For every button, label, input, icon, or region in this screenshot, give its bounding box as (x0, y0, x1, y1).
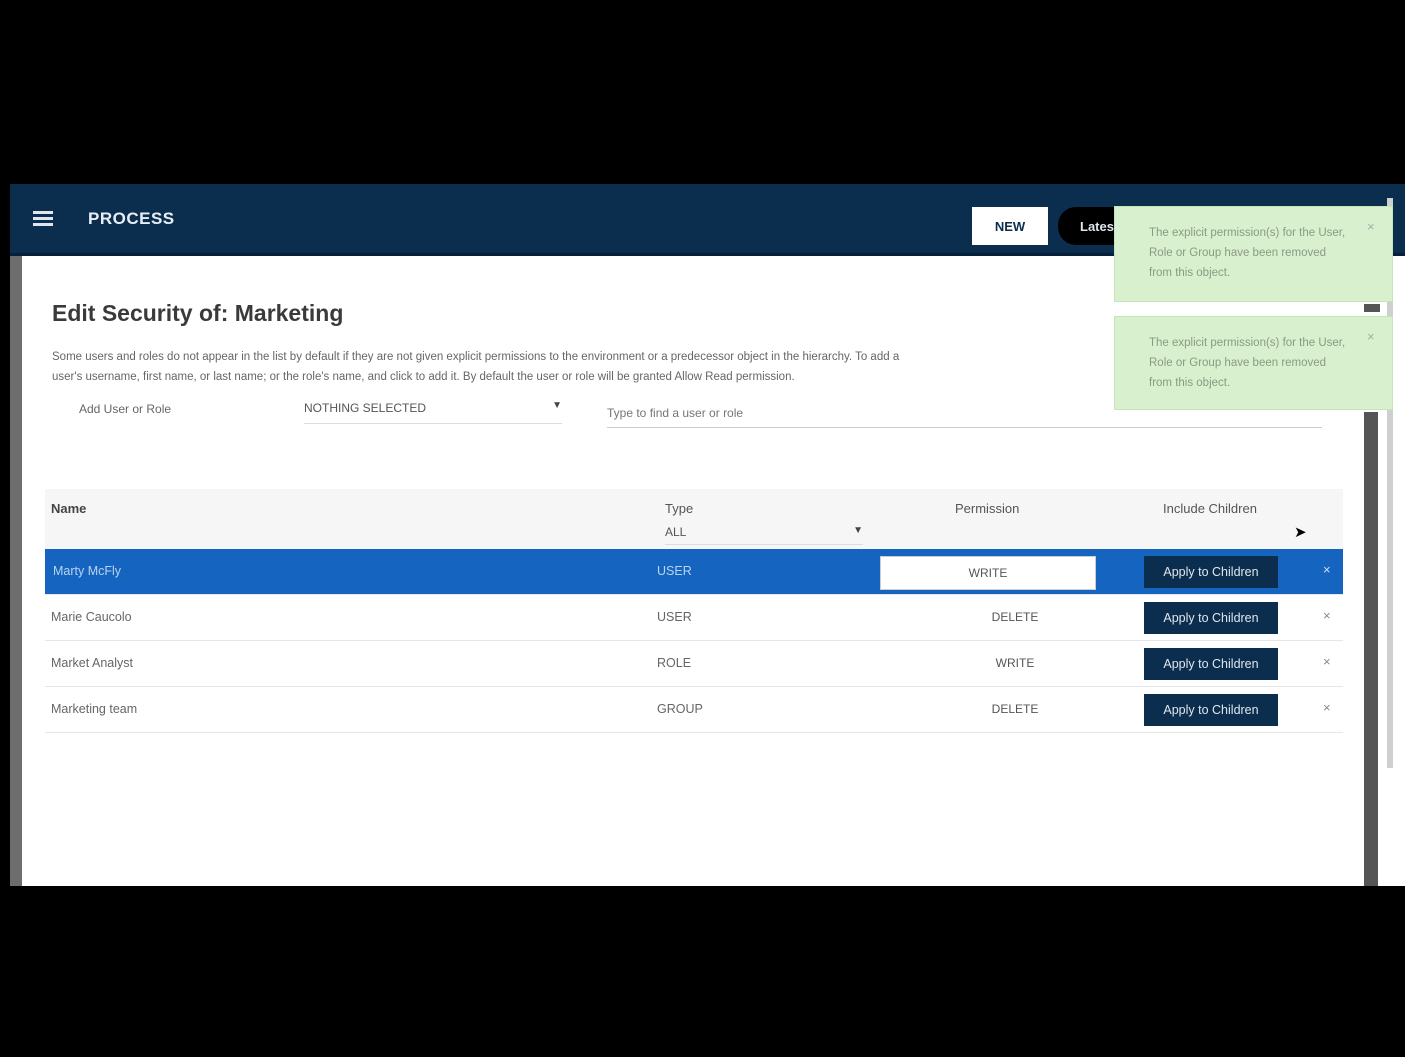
type-filter-value: ALL (665, 525, 687, 539)
type-filter-select[interactable]: ALL ▼ (665, 523, 863, 545)
table-row[interactable]: Marty McFly USER WRITE Apply to Children… (45, 549, 1343, 595)
notification-toast: The explicit permission(s) for the User,… (1114, 316, 1393, 410)
apply-to-children-button[interactable]: Apply to Children (1144, 694, 1278, 726)
add-user-label: Add User or Role (79, 402, 172, 416)
row-name: Marketing team (51, 702, 138, 716)
table-row[interactable]: Marketing team GROUP DELETE Apply to Chi… (45, 687, 1343, 733)
chevron-down-icon: ▼ (853, 525, 863, 536)
row-type: USER (657, 564, 692, 578)
new-button[interactable]: NEW (972, 207, 1048, 245)
left-edge-bar (10, 256, 22, 886)
row-name: Marty McFly (53, 564, 122, 578)
close-icon[interactable]: × (1367, 329, 1375, 344)
table-row[interactable]: Market Analyst ROLE WRITE Apply to Child… (45, 641, 1343, 687)
apply-to-children-button[interactable]: Apply to Children (1144, 648, 1278, 680)
toast-message: The explicit permission(s) for the User,… (1149, 337, 1346, 389)
row-type: USER (657, 610, 692, 624)
toast-separator (1364, 304, 1380, 312)
user-type-select[interactable]: NOTHING SELECTED ▼ (304, 398, 562, 424)
chevron-down-icon: ▼ (552, 400, 562, 411)
column-header-name[interactable]: Name (51, 501, 86, 516)
column-header-permission[interactable]: Permission (955, 501, 1019, 516)
mouse-cursor-icon: ➤ (1294, 524, 1307, 541)
notification-toast: The explicit permission(s) for the User,… (1114, 206, 1393, 302)
remove-row-icon[interactable]: × (1323, 700, 1331, 715)
table-header: Name Type Permission Include Children AL… (45, 489, 1343, 549)
hamburger-menu-icon[interactable] (33, 211, 53, 227)
row-type: GROUP (657, 702, 703, 716)
remove-row-icon[interactable]: × (1323, 608, 1331, 623)
remove-row-icon[interactable]: × (1323, 654, 1331, 669)
permission-value[interactable]: DELETE (900, 610, 1130, 624)
description-line-1: Some users and roles do not appear in th… (52, 351, 900, 363)
permission-value[interactable]: DELETE (900, 702, 1130, 716)
row-name: Marie Caucolo (51, 610, 132, 624)
description-line-2: user's username, first name, or last nam… (52, 371, 795, 383)
toast-message: The explicit permission(s) for the User,… (1149, 227, 1346, 279)
permission-value[interactable]: WRITE (900, 656, 1130, 670)
app-title: PROCESS (88, 209, 175, 228)
apply-to-children-button[interactable]: Apply to Children (1144, 602, 1278, 634)
scrollbar-thumb[interactable] (1364, 412, 1378, 886)
permissions-table: Name Type Permission Include Children AL… (45, 489, 1343, 733)
close-icon[interactable]: × (1367, 219, 1375, 234)
column-header-include-children[interactable]: Include Children (1163, 501, 1257, 516)
row-name: Market Analyst (51, 656, 133, 670)
row-type: ROLE (657, 656, 692, 670)
user-type-select-value: NOTHING SELECTED (304, 401, 427, 415)
column-header-type[interactable]: Type (665, 501, 693, 516)
permission-select[interactable]: WRITE (880, 556, 1096, 590)
table-row[interactable]: Marie Caucolo USER DELETE Apply to Child… (45, 595, 1343, 641)
remove-row-icon[interactable]: × (1323, 562, 1331, 577)
apply-to-children-button[interactable]: Apply to Children (1144, 556, 1278, 588)
